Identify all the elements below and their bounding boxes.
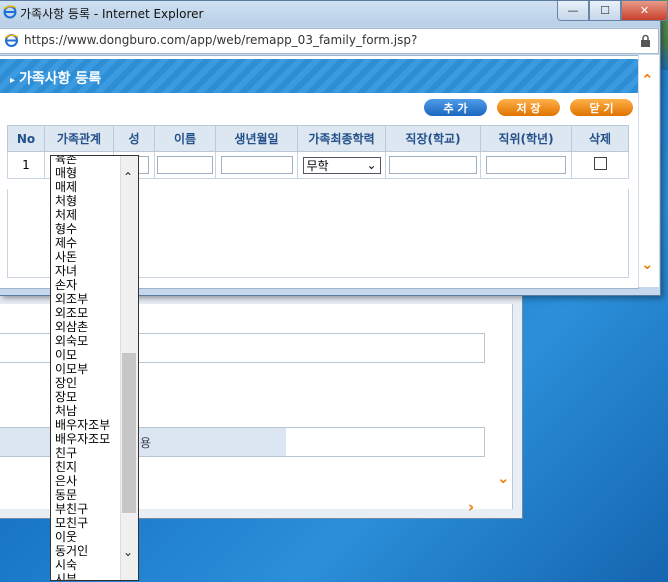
delete-checkbox[interactable] — [593, 157, 607, 170]
window-title: 가족사항 등록 - Internet Explorer — [20, 7, 204, 21]
scroll-up-arrow-icon[interactable]: ⌃ — [123, 170, 133, 184]
dropdown-option[interactable]: 형수 — [51, 222, 119, 236]
dropdown-option[interactable]: 친지 — [51, 460, 119, 474]
dropdown-scrollbar[interactable]: ⌃ ⌄ — [120, 156, 138, 580]
dropdown-option[interactable]: 처남 — [51, 404, 119, 418]
page-title: 가족사항 등록 — [19, 71, 102, 87]
ie-logo-icon — [3, 5, 17, 19]
dropdown-option[interactable]: 외숙모 — [51, 334, 119, 348]
dropdown-option[interactable]: 배우자조부 — [51, 418, 119, 432]
chevron-down-icon[interactable]: ⌄ — [497, 469, 510, 487]
content-scroll-area[interactable]: ⌃ ⌄ — [638, 55, 659, 287]
education-select-value: 무학 — [306, 158, 329, 173]
title-bar[interactable]: 가족사항 등록 - Internet Explorer — ☐ ✕ — [0, 1, 668, 27]
workplace-input[interactable] — [389, 156, 477, 174]
header-band: ▸ 가족사항 등록 — [0, 59, 638, 93]
column-header-birthdate: 생년월일 — [215, 125, 298, 152]
dropdown-option[interactable]: 모친구 — [51, 516, 119, 530]
birthdate-input[interactable] — [220, 156, 293, 174]
column-header-relation: 가족관계 — [44, 125, 114, 152]
dropdown-option[interactable]: 매형 — [51, 166, 119, 180]
chevron-down-icon[interactable]: ⌄ — [641, 255, 654, 273]
column-header-education: 가족최종학력 — [297, 125, 386, 152]
dropdown-option[interactable]: 사돈 — [51, 250, 119, 264]
relation-dropdown-list[interactable]: 육촌 매형 매제 처형 처제 형수 제수 사돈 자녀 손자 외조부 외조모 외삼… — [50, 155, 139, 581]
action-buttons: 추 가 저 장 닫 기 — [424, 99, 633, 116]
add-button[interactable]: 추 가 — [424, 99, 487, 116]
maximize-button[interactable]: ☐ — [589, 1, 621, 21]
dropdown-option[interactable]: 처제 — [51, 208, 119, 222]
scrollbar-thumb[interactable] — [122, 353, 136, 513]
dropdown-option[interactable]: 배우자조모 — [51, 432, 119, 446]
delete-cell — [571, 151, 629, 179]
dropdown-option[interactable]: 외조부 — [51, 292, 119, 306]
dropdown-option[interactable]: 장모 — [51, 390, 119, 404]
dropdown-items: 육촌 매형 매제 처형 처제 형수 제수 사돈 자녀 손자 외조부 외조모 외삼… — [51, 156, 119, 580]
dropdown-option[interactable]: 부친구 — [51, 502, 119, 516]
bullet-icon: ▸ — [10, 75, 16, 86]
minimize-button[interactable]: — — [557, 1, 589, 21]
save-button[interactable]: 저 장 — [497, 99, 560, 116]
name-input[interactable] — [157, 156, 213, 174]
column-header-position: 직위(학년) — [480, 125, 572, 152]
column-header-no: No — [7, 125, 45, 152]
dropdown-option[interactable]: 이모부 — [51, 362, 119, 376]
scroll-down-arrow-icon[interactable]: ⌄ — [123, 545, 133, 559]
close-button[interactable]: 닫 기 — [570, 99, 633, 116]
dropdown-option[interactable]: 동거인 — [51, 544, 119, 558]
education-select[interactable]: 무학 ⌄ — [302, 156, 381, 174]
address-bar[interactable]: https://www.dongburo.com/app/web/remapp_… — [0, 28, 659, 54]
dropdown-option[interactable]: 외조모 — [51, 306, 119, 320]
chevron-up-icon[interactable]: ⌃ — [641, 71, 654, 89]
row-number: 1 — [7, 151, 45, 179]
education-cell: 무학 ⌄ — [297, 151, 386, 179]
dropdown-option[interactable]: 이모 — [51, 348, 119, 362]
dropdown-option[interactable]: 외삼촌 — [51, 320, 119, 334]
chevron-right-icon[interactable]: › — [468, 498, 474, 516]
dropdown-option[interactable]: 육촌 — [51, 156, 119, 166]
position-input[interactable] — [486, 156, 566, 174]
dropdown-option[interactable]: 친구 — [51, 446, 119, 460]
dropdown-option[interactable]: 시부 — [51, 572, 119, 580]
dropdown-option[interactable]: 매제 — [51, 180, 119, 194]
dropdown-option[interactable]: 자녀 — [51, 264, 119, 278]
dropdown-option[interactable]: 처형 — [51, 194, 119, 208]
column-header-workplace: 직장(학교) — [385, 125, 481, 152]
dropdown-option[interactable]: 동문 — [51, 488, 119, 502]
close-window-button[interactable]: ✕ — [621, 1, 668, 21]
address-url: https://www.dongburo.com/app/web/remapp_… — [24, 33, 418, 47]
background-field-text: 용 — [140, 436, 152, 450]
position-cell — [480, 151, 572, 179]
column-header-surname: 성 — [113, 125, 155, 152]
column-header-name: 이름 — [154, 125, 216, 152]
chevron-down-icon: ⌄ — [366, 158, 377, 172]
name-cell — [154, 151, 216, 179]
dropdown-option[interactable]: 손자 — [51, 278, 119, 292]
ie-page-icon — [4, 34, 19, 47]
dropdown-option[interactable]: 은사 — [51, 474, 119, 488]
workplace-cell — [385, 151, 481, 179]
dropdown-option[interactable]: 제수 — [51, 236, 119, 250]
table-header-row: No 가족관계 성 이름 생년월일 가족최종학력 직장(학교) 직위(학년) 삭… — [7, 125, 629, 152]
page-title-row: ▸ 가족사항 등록 — [10, 68, 101, 88]
dropdown-option[interactable]: 이웃 — [51, 530, 119, 544]
lock-icon — [641, 34, 650, 47]
dropdown-option[interactable]: 장인 — [51, 376, 119, 390]
column-header-delete: 삭제 — [571, 125, 629, 152]
birthdate-cell — [215, 151, 298, 179]
dropdown-option[interactable]: 시숙 — [51, 558, 119, 572]
window-controls: — ☐ ✕ — [557, 1, 668, 21]
